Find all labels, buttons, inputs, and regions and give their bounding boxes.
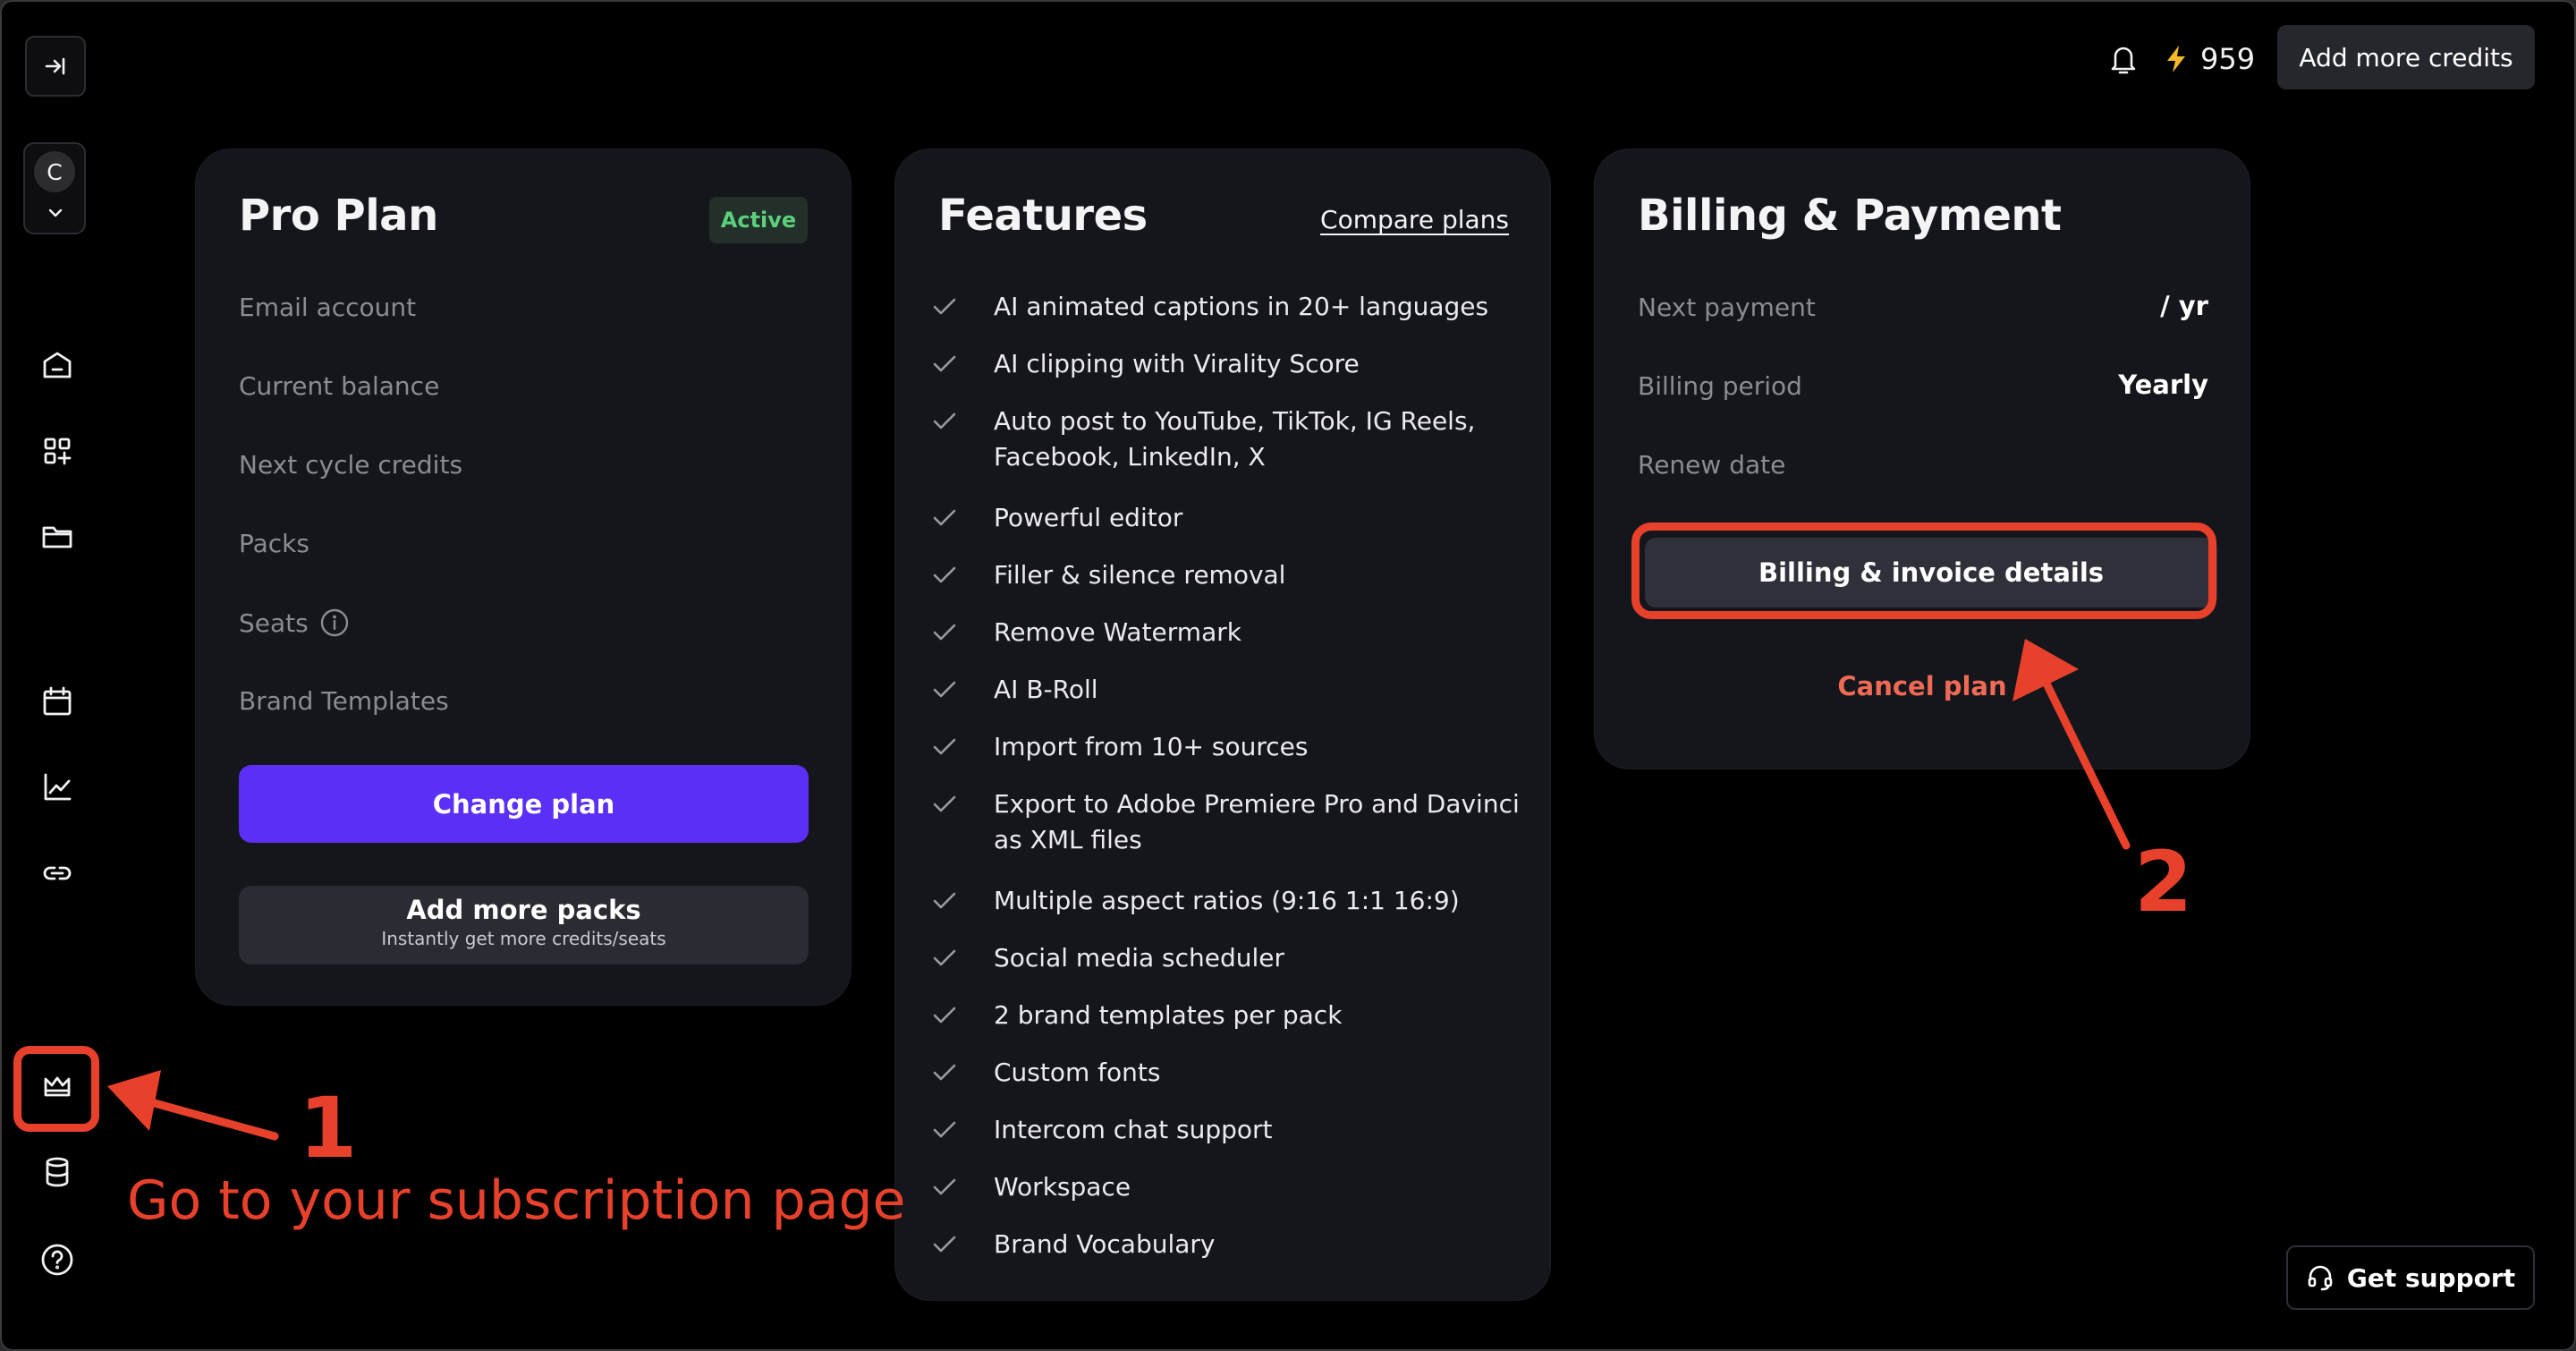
annotation-arrow-1 (140, 1096, 279, 1141)
annotation-arrowhead-1 (107, 1070, 161, 1131)
annotation-arrows (107, 639, 2131, 1141)
app-window: C 959 Add more credits Pro Plan Active E… (0, 0, 2576, 1351)
annotation-step-1-text: Go to your subscription page (127, 1169, 906, 1232)
annotation-step-1: 1 (299, 1080, 358, 1177)
annotation-arrowhead-2 (2012, 639, 2079, 701)
annotation-arrow-2 (2042, 679, 2131, 850)
annotation-step-2: 2 (2134, 834, 2193, 931)
